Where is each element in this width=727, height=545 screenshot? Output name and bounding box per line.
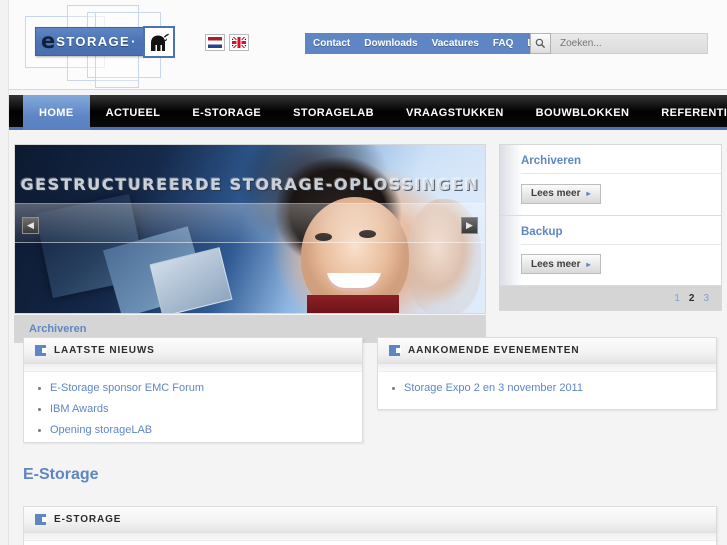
flag-gb-icon[interactable] [229, 34, 249, 51]
slide-caption-label: Archiveren [29, 322, 87, 335]
nav-item-e-storage[interactable]: E-STORAGE [176, 95, 277, 130]
sidebar-box-backup: Backup Lees meer ▸ [500, 215, 721, 286]
sidebar-box-title: Archiveren [521, 155, 582, 167]
chevron-left-icon[interactable]: ◀ [22, 217, 39, 234]
latest-news-panel: LAATSTE NIEUWS E-Storage sponsor EMC For… [23, 337, 363, 443]
bracket-icon [389, 345, 401, 356]
sidebar-pagination: 1 2 3 [500, 286, 721, 310]
panel-body: E-Storage sponsor EMC Forum IBM Awards O… [24, 372, 362, 448]
nav-item-home[interactable]: HOME [23, 95, 90, 130]
panel-stripe [24, 364, 362, 372]
list-item: Storage Expo 2 en 3 november 2011 [390, 382, 704, 394]
panel-title: AANKOMENDE EVENEMENTEN [408, 345, 580, 356]
panel-title: E-STORAGE [54, 514, 122, 525]
read-more-button-backup[interactable]: Lees meer ▸ [521, 254, 601, 274]
nav-item-storagelab[interactable]: STORAGELAB [277, 95, 390, 130]
page-root: e STORAGE · Contact Downloads Vacatures … [0, 0, 727, 545]
page-title: E-Storage [23, 466, 99, 483]
panel-body: Storage Expo 2 en 3 november 2011 [378, 372, 716, 406]
bracket-icon [35, 514, 47, 525]
nav-item-vraagstukken[interactable]: VRAAGSTUKKEN [390, 95, 520, 130]
nav-item-actueel[interactable]: ACTUEEL [90, 95, 177, 130]
language-switcher[interactable] [205, 34, 249, 51]
main-navigation: HOME ACTUEEL E-STORAGE STORAGELAB VRAAGS… [9, 95, 727, 130]
read-more-label: Lees meer [531, 258, 581, 270]
site-header: e STORAGE · Contact Downloads Vacatures … [9, 0, 727, 90]
site-logo[interactable]: e STORAGE · [35, 26, 175, 58]
logo-letter-e: e [41, 29, 56, 53]
event-link-1[interactable]: Storage Expo 2 en 3 november 2011 [404, 382, 583, 394]
search-input[interactable] [551, 33, 708, 54]
panel-body [24, 541, 716, 545]
nav-item-referenties[interactable]: REFERENTIES [645, 95, 727, 130]
search-icon[interactable] [530, 33, 551, 54]
list-item: E-Storage sponsor EMC Forum [36, 382, 350, 394]
page-left-gutter [0, 0, 9, 545]
nav-item-bouwblokken[interactable]: BOUWBLOKKEN [520, 95, 646, 130]
hero-slider[interactable]: GESTRUCTUREERDE STORAGE-OPLOSSINGEN ◀ ▶ [14, 144, 486, 314]
e-storage-panel: E-STORAGE [23, 506, 717, 545]
flag-nl-icon[interactable] [205, 34, 225, 51]
panel-stripe [378, 364, 716, 372]
sidebar-boxes: Archiveren Lees meer ▸ Backup Lees meer … [499, 144, 722, 311]
chevron-right-icon: ▸ [586, 259, 591, 269]
chevron-right-icon: ▸ [586, 189, 591, 198]
news-link-3[interactable]: Opening storageLAB [50, 424, 152, 436]
utility-link-vacatures[interactable]: Vacatures [432, 38, 479, 49]
panel-header: LAATSTE NIEUWS [24, 338, 362, 364]
panel-header: E-STORAGE [24, 507, 716, 533]
sidebar-box-title: Backup [521, 225, 563, 238]
utility-link-contact[interactable]: Contact [313, 38, 350, 49]
utility-link-downloads[interactable]: Downloads [364, 38, 417, 49]
read-more-button-archiveren[interactable]: Lees meer ▸ [521, 183, 601, 204]
slide-headline: GESTRUCTUREERDE STORAGE-OPLOSSINGEN [20, 175, 480, 194]
slide-glass-band [15, 203, 485, 243]
upcoming-events-panel: AANKOMENDE EVENEMENTEN Storage Expo 2 en… [377, 337, 717, 410]
utility-nav: Contact Downloads Vacatures FAQ Login [305, 33, 565, 54]
logo-dot: · [131, 34, 136, 49]
news-link-2[interactable]: IBM Awards [50, 403, 109, 415]
sidebar-box-archiveren: Archiveren Lees meer ▸ [500, 145, 721, 216]
list-item: Opening storageLAB [36, 424, 350, 436]
search-box [530, 33, 708, 54]
bracket-icon [35, 345, 47, 356]
pagination-page-1[interactable]: 1 [674, 293, 680, 304]
pagination-page-2[interactable]: 2 [689, 293, 695, 304]
slide-decor-shirt [307, 295, 399, 313]
read-more-label: Lees meer [531, 188, 581, 199]
panel-stripe [24, 533, 716, 541]
utility-link-faq[interactable]: FAQ [493, 38, 514, 49]
panel-title: LAATSTE NIEUWS [54, 345, 155, 356]
elephant-icon [143, 26, 175, 58]
list-item: IBM Awards [36, 403, 350, 415]
news-link-1[interactable]: E-Storage sponsor EMC Forum [50, 382, 204, 394]
panel-header: AANKOMENDE EVENEMENTEN [378, 338, 716, 364]
logo-wordmark: STORAGE [56, 34, 131, 49]
chevron-right-icon[interactable]: ▶ [461, 217, 478, 234]
pagination-page-3[interactable]: 3 [703, 293, 709, 304]
